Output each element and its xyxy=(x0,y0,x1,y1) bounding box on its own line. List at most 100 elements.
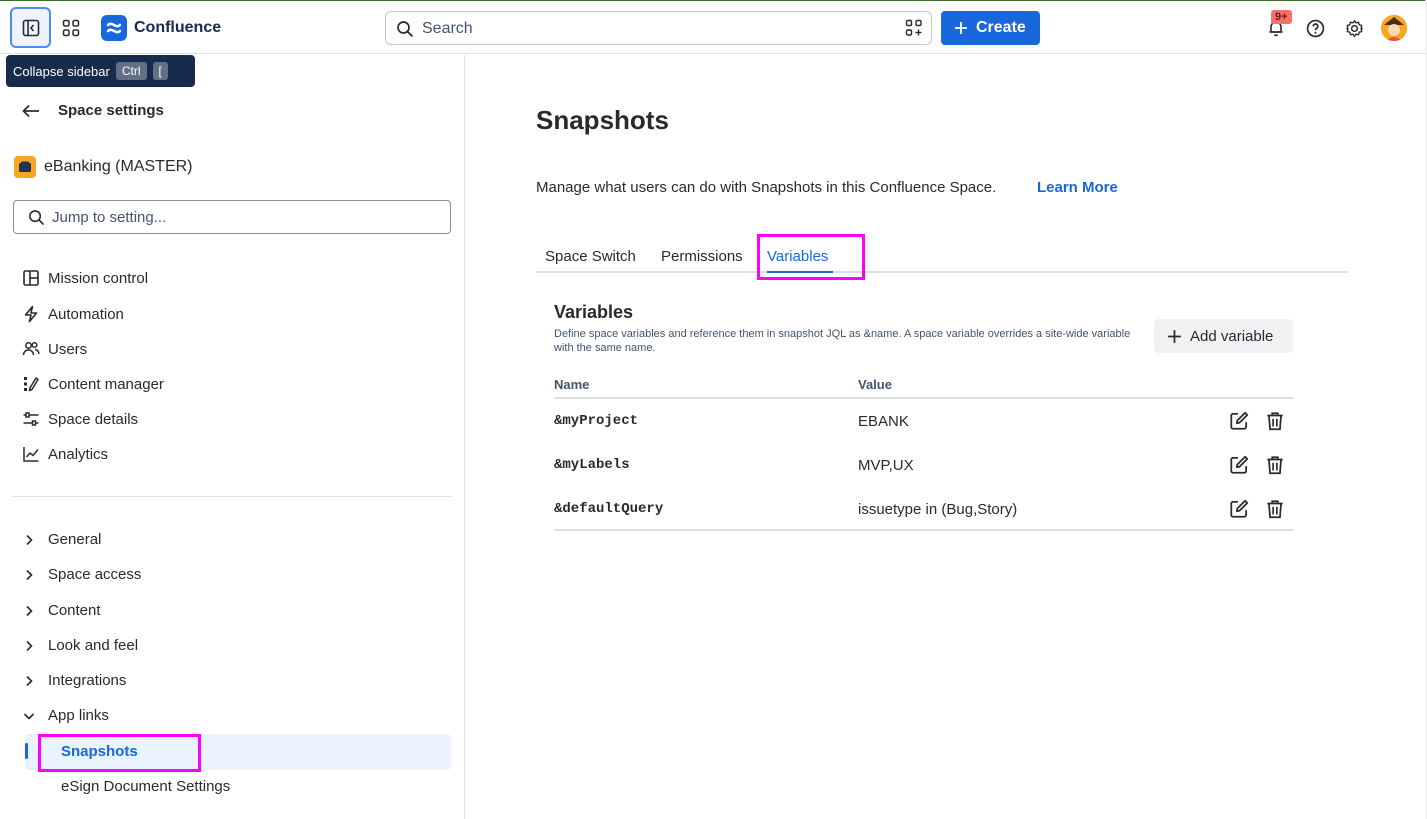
space-settings-title: Space settings xyxy=(58,102,164,119)
layout-icon xyxy=(23,270,39,286)
search-icon xyxy=(397,21,413,37)
sidebar-item-label: Users xyxy=(48,340,88,358)
tab-variables[interactable]: Variables xyxy=(767,248,828,265)
active-indicator xyxy=(25,743,28,759)
help-button[interactable] xyxy=(1302,15,1328,41)
create-button[interactable]: Create xyxy=(941,11,1040,45)
gear-icon xyxy=(1345,19,1363,37)
variable-name: &myProject xyxy=(554,413,639,429)
chevron-right-icon xyxy=(26,605,33,616)
main-content: Snapshots Manage what users can do with … xyxy=(466,55,1427,819)
people-icon xyxy=(22,341,40,356)
variable-value: EBANK xyxy=(858,413,909,430)
trash-icon[interactable] xyxy=(1264,454,1286,476)
edit-icon[interactable] xyxy=(1228,410,1250,432)
edit-icon[interactable] xyxy=(1228,498,1250,520)
edit-icon[interactable] xyxy=(1228,454,1250,476)
space-selector[interactable]: eBanking (MASTER) xyxy=(14,156,193,178)
section-description: Define space variables and reference the… xyxy=(554,328,1131,354)
variables-table: Name Value &myProject EBANK &myLabels MV… xyxy=(554,375,1293,531)
sidebar-group-label: Content xyxy=(48,602,101,619)
sidebar-group-content[interactable]: Content xyxy=(22,602,101,619)
notification-badge: 9+ xyxy=(1271,10,1292,24)
sliders-icon xyxy=(23,412,39,426)
sidebar-toggle-icon xyxy=(22,19,39,36)
tab-permissions[interactable]: Permissions xyxy=(661,248,743,265)
sidebar-item-mission-control[interactable]: Mission control xyxy=(22,267,148,289)
plus-icon xyxy=(1168,329,1181,343)
variable-name: &defaultQuery xyxy=(554,501,664,517)
sidebar-group-integrations[interactable]: Integrations xyxy=(22,672,126,689)
settings-button[interactable] xyxy=(1341,15,1367,41)
variable-name: &myLabels xyxy=(554,457,630,473)
grid-icon xyxy=(62,19,80,37)
sidebar-group-app-links[interactable]: App links xyxy=(22,707,109,724)
create-label: Create xyxy=(976,19,1026,36)
sidebar-group-look-and-feel[interactable]: Look and feel xyxy=(22,637,138,654)
sidebar-item-label: Mission control xyxy=(48,269,149,287)
sidebar-item-automation[interactable]: Automation xyxy=(22,303,124,325)
space-name: eBanking (MASTER) xyxy=(44,158,193,175)
sidebar-item-snapshots[interactable]: Snapshots xyxy=(61,743,138,760)
sidebar-item-label: Content manager xyxy=(48,375,164,393)
column-header-value: Value xyxy=(858,377,892,392)
chevron-right-icon xyxy=(26,534,33,545)
table-row: &myProject EBANK xyxy=(554,399,1293,443)
sidebar-group-space-access[interactable]: Space access xyxy=(22,566,141,583)
active-tab-underline xyxy=(767,271,833,273)
app-name[interactable]: Confluence xyxy=(134,19,221,37)
chevron-right-icon xyxy=(26,569,33,580)
sidebar-divider xyxy=(13,496,451,497)
jump-to-setting-input[interactable]: Jump to setting... xyxy=(13,200,451,234)
trash-icon[interactable] xyxy=(1264,498,1286,520)
avatar[interactable] xyxy=(1381,15,1407,41)
collapse-sidebar-tooltip: Collapse sidebar Ctrl [ xyxy=(6,55,195,87)
page-description: Manage what users can do with Snapshots … xyxy=(536,179,997,196)
plus-icon xyxy=(955,22,967,34)
arrow-left-icon[interactable] xyxy=(22,104,40,118)
variable-value: MVP,UX xyxy=(858,457,914,474)
shortcut-key-bracket: [ xyxy=(152,62,168,80)
shortcut-key-ctrl: Ctrl xyxy=(115,62,147,80)
search-filter-icon[interactable] xyxy=(905,19,923,37)
help-icon xyxy=(1306,19,1324,37)
sidebar-item-esign-document-settings[interactable]: eSign Document Settings xyxy=(61,778,230,795)
variable-value: issuetype in (Bug,Story) xyxy=(858,501,1018,518)
sidebar-group-label: Look and feel xyxy=(48,637,139,654)
sidebar-group-general[interactable]: General xyxy=(22,531,101,548)
sidebar-item-users[interactable]: Users xyxy=(22,338,87,360)
section-title: Variables xyxy=(554,302,634,322)
table-row: &defaultQuery issuetype in (Bug,Story) xyxy=(554,487,1293,531)
tooltip-text: Collapse sidebar xyxy=(13,63,110,79)
content-manager-icon xyxy=(24,377,39,392)
sidebar-item-space-details[interactable]: Space details xyxy=(22,408,138,430)
tab-space-switch[interactable]: Space Switch xyxy=(545,248,636,265)
trash-icon[interactable] xyxy=(1264,410,1286,432)
sidebar-item-label: Space details xyxy=(48,410,139,428)
jump-placeholder: Jump to setting... xyxy=(52,209,167,226)
sidebar-group-label: App links xyxy=(48,707,109,724)
sidebar-group-label: General xyxy=(48,531,102,548)
sidebar-item-label: Automation xyxy=(48,305,124,323)
chevron-down-icon xyxy=(23,712,35,720)
learn-more-link[interactable]: Learn More xyxy=(1037,179,1118,196)
top-navigation: Confluence Search Create 9+ xyxy=(0,0,1427,54)
confluence-logo-icon[interactable] xyxy=(101,15,127,41)
chevron-right-icon xyxy=(26,675,33,686)
collapse-sidebar-button[interactable] xyxy=(10,7,51,48)
chevron-right-icon xyxy=(26,640,33,651)
app-switcher-button[interactable] xyxy=(56,13,86,43)
column-header-name: Name xyxy=(554,377,590,392)
space-icon xyxy=(14,156,36,178)
back-to-space[interactable]: Space settings xyxy=(22,102,164,119)
table-header: Name Value xyxy=(554,375,1293,399)
sidebar-item-analytics[interactable]: Analytics xyxy=(22,443,108,465)
sidebar-item-label: Analytics xyxy=(48,445,109,463)
sidebar-item-content-manager[interactable]: Content manager xyxy=(22,373,164,395)
sidebar-group-label: Space access xyxy=(48,566,142,583)
lightning-icon xyxy=(24,305,38,323)
add-variable-label: Add variable xyxy=(1190,327,1274,345)
search-input[interactable]: Search xyxy=(385,11,932,45)
search-placeholder: Search xyxy=(422,20,473,37)
add-variable-button[interactable]: Add variable xyxy=(1154,319,1293,353)
